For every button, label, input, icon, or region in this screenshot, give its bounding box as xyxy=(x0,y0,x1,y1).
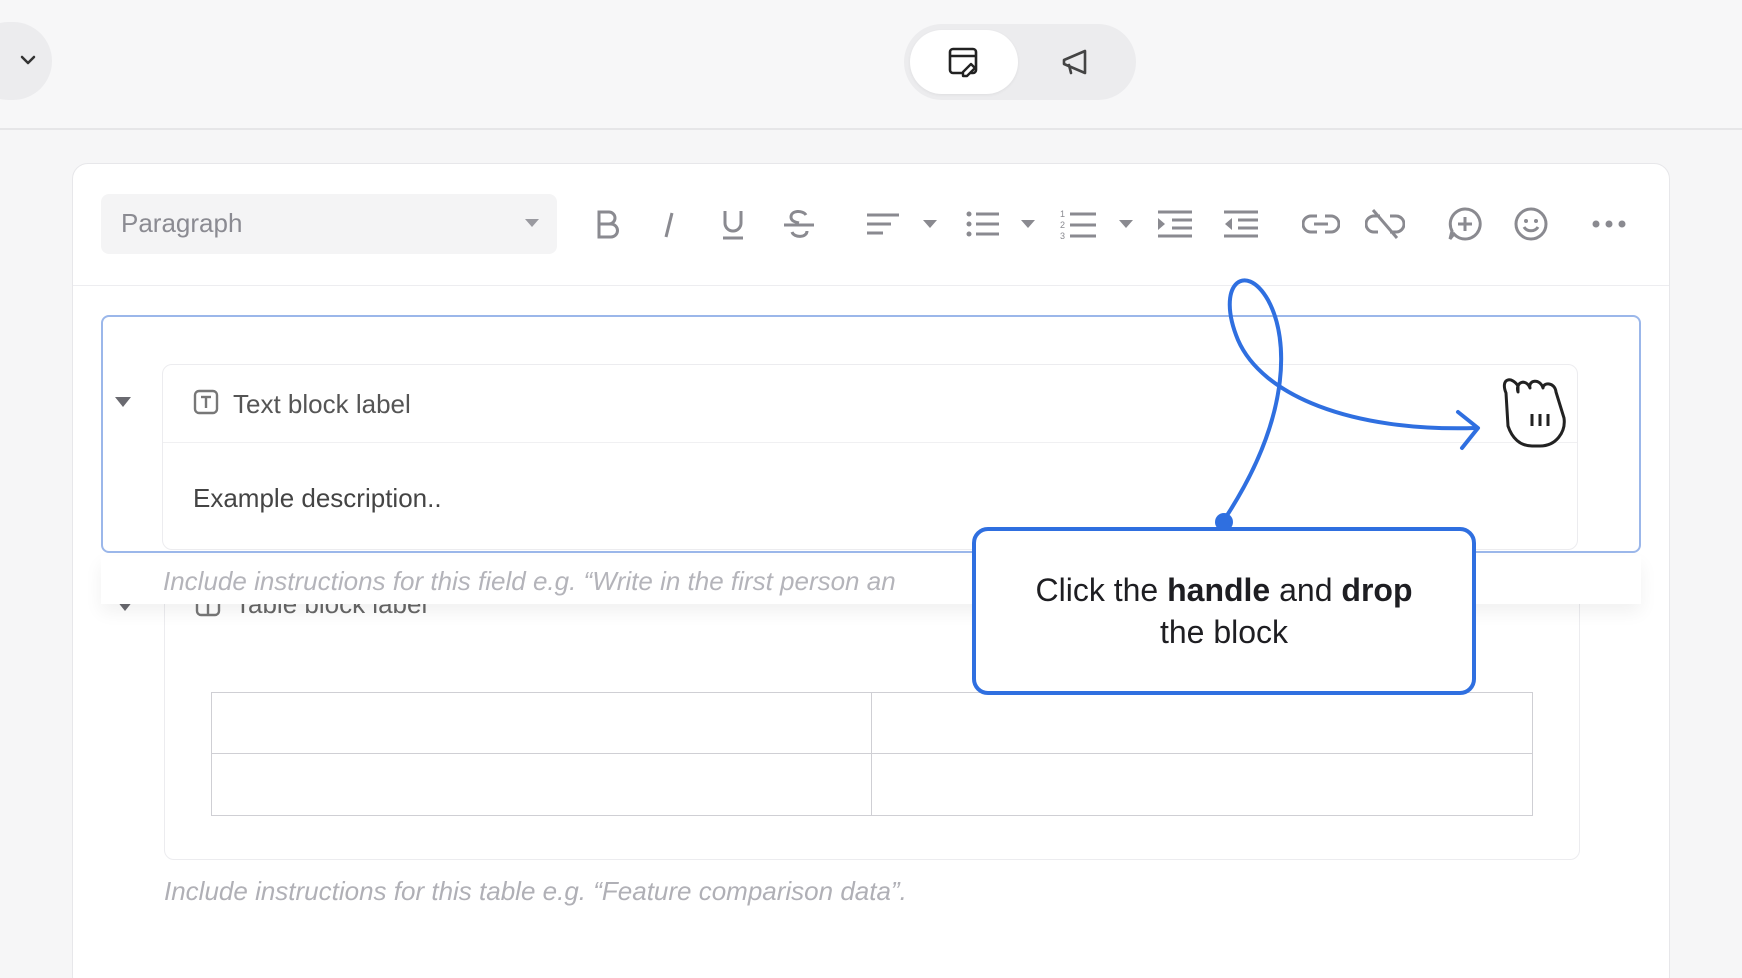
loop-arrow xyxy=(1222,278,1478,522)
drag-handle-hand-icon xyxy=(1503,378,1566,448)
callout-text-part: the block xyxy=(1159,614,1289,650)
callout-text-part: Click the xyxy=(1035,572,1168,608)
annotation-overlay xyxy=(1215,278,1566,531)
callout-bold-handle: handle xyxy=(1167,572,1271,608)
instruction-callout: Click the handle and drop the block xyxy=(972,527,1476,695)
callout-bold-drop: drop xyxy=(1341,572,1413,608)
callout-text: Click the handle and drop the block xyxy=(1036,569,1413,653)
callout-text-part: and xyxy=(1270,572,1342,608)
